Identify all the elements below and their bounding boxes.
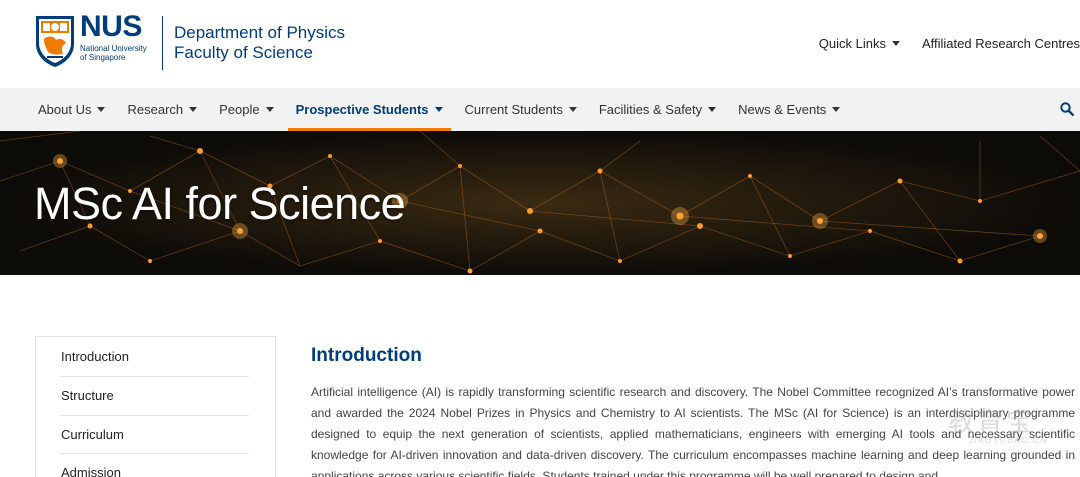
department-name: Department of Physics [174,23,346,42]
logo-divider [162,16,163,70]
chevron-down-icon [434,107,443,112]
chevron-down-icon [832,107,841,112]
nav-item-prospective-students[interactable]: Prospective Students [285,88,454,131]
sidebar-divider [60,376,249,377]
department-title[interactable]: Department of Physics Faculty of Science [174,23,345,63]
chevron-down-icon [568,107,577,112]
sidebar-item-structure[interactable]: Structure [61,388,249,403]
sidebar-item-admission[interactable]: Admission [61,465,249,477]
nav-item-research[interactable]: Research [116,88,208,131]
nav-item-label: Facilities & Safety [598,102,703,117]
nus-logo-line2: of Singapore [80,53,126,62]
chevron-down-icon [265,107,274,112]
nav-item-people[interactable]: People [208,88,284,131]
chevron-down-icon [189,107,198,112]
nav-item-label: News & Events [738,102,827,117]
sidebar-item-introduction[interactable]: Introduction [61,349,249,364]
nus-wordmark: NUS [80,10,142,43]
site-header: NUS National University of Singapore Dep… [0,0,1080,88]
nav-item-news-events[interactable]: News & Events [727,88,851,131]
affiliated-research-centres-link[interactable]: Affiliated Research Centres [922,36,1080,51]
top-links: Quick Links Affiliated Research Centres [797,36,1080,51]
nav-item-facilities-safety[interactable]: Facilities & Safety [588,88,727,131]
nav-item-current-students[interactable]: Current Students [454,88,588,131]
nav-item-label: Prospective Students [295,102,429,117]
section-heading: Introduction [311,345,422,366]
nav-item-label: About Us [38,102,92,117]
nus-logo-line1: National University [80,44,147,53]
faculty-name: Faculty of Science [174,43,313,62]
quick-links-label: Quick Links [818,36,886,51]
quick-links-menu[interactable]: Quick Links [819,36,900,51]
chevron-down-icon [97,107,106,112]
watermark-text: 教育宝 [948,408,1036,438]
nav-item-about-us[interactable]: About Us [27,88,116,131]
nav-item-label: People [219,102,260,117]
nus-crest-icon [36,16,74,67]
nus-logo[interactable]: NUS National University of Singapore [34,10,147,68]
page-title: MSc AI for Science [34,178,406,229]
affiliated-research-centres-label: Affiliated Research Centres [921,36,1080,51]
nav-item-label: Research [127,102,184,117]
hero-banner: MSc AI for Science [0,131,1080,275]
sidebar-item-curriculum[interactable]: Curriculum [61,427,249,442]
nav-item-label: Current Students [464,102,563,117]
chevron-down-icon [891,41,900,46]
watermark-logo: 教育宝 JIAOYUBAO.CN [948,402,1068,452]
sidebar-divider [60,453,249,454]
section-sidebar: Introduction Structure Curriculum Admiss… [35,336,276,477]
main-nav: About Us Research People Prospective Stu… [0,88,1080,131]
search-icon[interactable] [1060,102,1074,116]
chevron-down-icon [708,107,717,112]
sidebar-divider [60,415,249,416]
